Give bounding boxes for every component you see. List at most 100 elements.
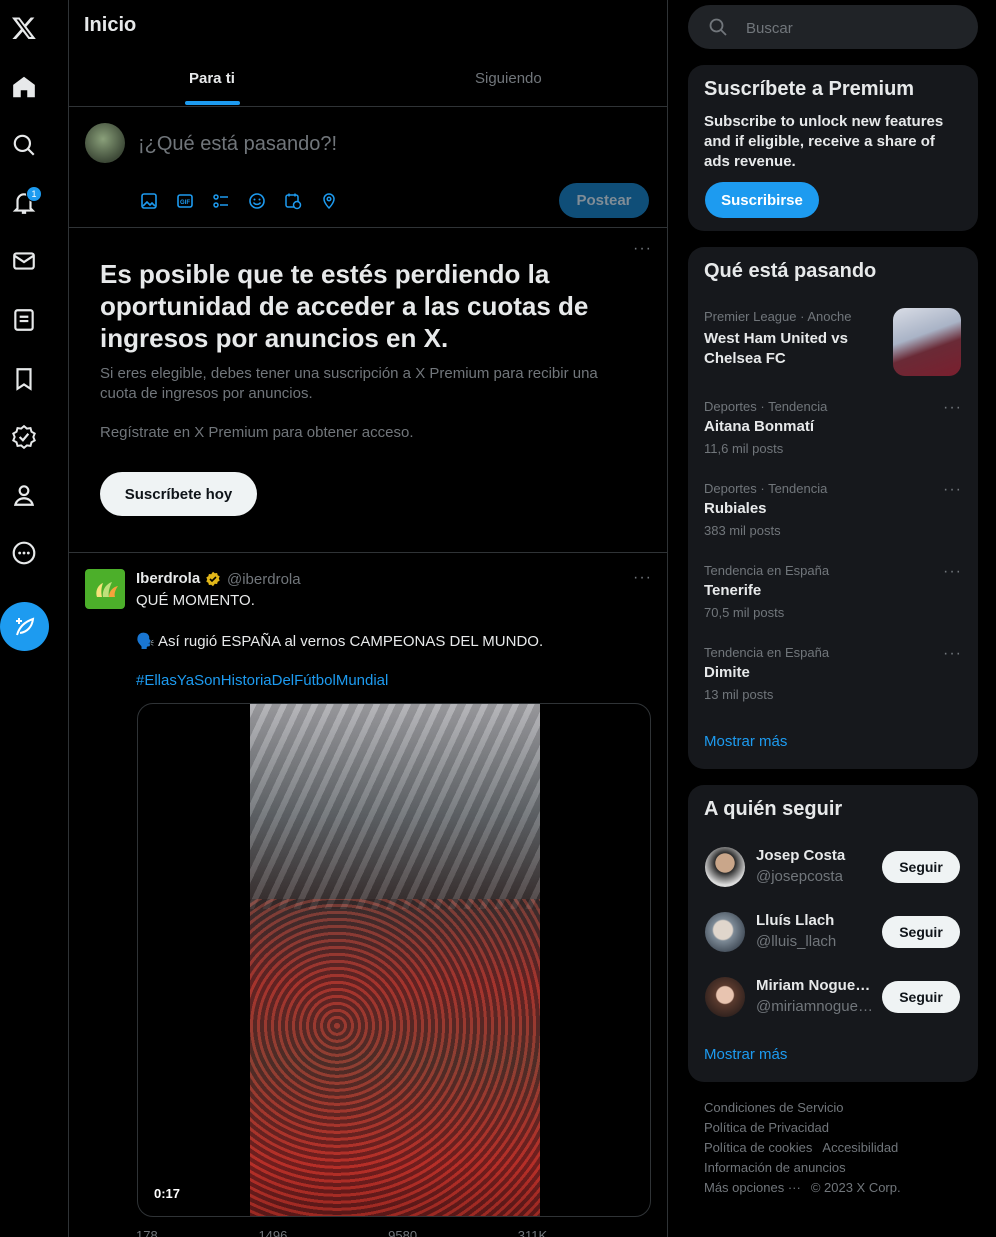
trend-meta: Premier League · Anoche [704, 309, 852, 324]
home-icon[interactable] [4, 67, 44, 107]
promo-heading: Es posible que te estés perdiendo la opo… [100, 259, 589, 353]
tweet-video[interactable]: 0:17 [137, 703, 651, 1217]
copyright: © 2023 X Corp. [810, 1180, 901, 1195]
trend-name[interactable]: Dimite [704, 663, 750, 683]
user-avatar[interactable] [85, 123, 125, 163]
follow-button[interactable]: Seguir [882, 981, 960, 1013]
active-tab-indicator [185, 101, 240, 105]
follow-handle[interactable]: @miriamnogueras [756, 998, 874, 1015]
search-input[interactable] [744, 5, 968, 51]
bookmarks-icon[interactable] [4, 359, 44, 399]
follow-name[interactable]: Miriam Nogueras [756, 977, 874, 994]
video-crowd [250, 898, 540, 1216]
left-nav: 1 [0, 0, 69, 1237]
follow-handle[interactable]: @josepcosta [756, 868, 874, 885]
premium-title: Suscríbete a Premium [704, 78, 915, 100]
divider [69, 552, 667, 553]
gif-icon[interactable]: GIF [176, 192, 194, 210]
trend-more-icon[interactable]: ··· [943, 399, 962, 417]
tab-following[interactable]: Siguiendo [475, 70, 542, 87]
trend-meta: Deportes · Tendencia [704, 481, 828, 496]
search-icon[interactable] [4, 125, 44, 165]
footer-link[interactable]: Política de Privacidad [704, 1120, 829, 1135]
verified-badge-icon [206, 571, 220, 587]
trend-more-icon[interactable]: ··· [943, 563, 962, 581]
follow-handle[interactable]: @lluis_llach [756, 933, 874, 950]
tweet-actions: 178 1496 9580 311K [136, 1228, 648, 1237]
compose-post-button[interactable] [0, 602, 49, 651]
tweet-hashtag-link[interactable]: #EllasYaSonHistoriaDelFútbolMundial [136, 672, 388, 689]
follow-name[interactable]: Lluís Llach [756, 912, 874, 929]
footer-link[interactable]: Política de cookies [704, 1140, 812, 1155]
trends-title: Qué está pasando [704, 260, 877, 282]
tweet-more-icon[interactable]: ··· [633, 569, 652, 587]
follow-avatar[interactable] [705, 912, 745, 952]
trend-count: 11,6 mil posts [704, 441, 784, 456]
trend-meta: Tendencia en España [704, 645, 830, 660]
notifications-badge: 1 [26, 186, 42, 202]
poll-icon[interactable] [212, 192, 230, 210]
like-count[interactable]: 9580 [388, 1228, 417, 1237]
view-count[interactable]: 311K [518, 1228, 547, 1237]
subscribe-today-button[interactable]: Suscríbete hoy [100, 472, 257, 516]
video-duration: 0:17 [154, 1186, 181, 1201]
trend-meta: Deportes · Tendencia [704, 399, 828, 414]
trend-name[interactable]: Tenerife [704, 581, 761, 601]
trends-card: Qué está pasando Premier League · Anoche… [688, 247, 978, 769]
lists-icon[interactable] [4, 300, 44, 340]
feather-plus-icon [15, 617, 34, 635]
subscribe-button[interactable]: Suscribirse [705, 182, 819, 218]
profile-icon[interactable] [4, 475, 44, 515]
reply-count[interactable]: 178 [136, 1228, 158, 1237]
media-image-icon[interactable] [140, 192, 158, 210]
trend-count: 383 mil posts [704, 523, 781, 538]
follow-avatar[interactable] [705, 847, 745, 887]
footer-link[interactable]: Accesibilidad [822, 1140, 898, 1155]
more-options-icon[interactable] [4, 533, 44, 573]
svg-text:GIF: GIF [180, 200, 190, 206]
trend-count: 13 mil posts [704, 687, 774, 702]
trend-meta: Tendencia en España [704, 563, 830, 578]
follow-name[interactable]: Josep Costa [756, 847, 874, 864]
premium-body: Subscribe to unlock new features and if … [704, 113, 944, 170]
iberdrola-logo-icon [96, 582, 118, 597]
promo-body: Si eres elegible, debes tener una suscri… [100, 365, 598, 402]
footer-more-options[interactable]: Más opciones ··· [704, 1180, 801, 1195]
footer-link[interactable]: Información de anuncios [704, 1160, 846, 1175]
post-button[interactable]: Postear [559, 183, 649, 218]
x-logo-icon[interactable] [4, 8, 44, 48]
trend-more-icon[interactable]: ··· [943, 481, 962, 499]
follow-title: A quién seguir [704, 798, 843, 820]
trend-name[interactable]: Aitana Bonmatí [704, 417, 814, 437]
follow-button[interactable]: Seguir [882, 916, 960, 948]
search-bar[interactable] [688, 5, 978, 51]
location-icon[interactable] [320, 192, 338, 210]
messages-envelope-icon[interactable] [4, 241, 44, 281]
follow-show-more-link[interactable]: Mostrar más [704, 1046, 787, 1063]
trend-name[interactable]: West Ham United vs Chelsea FC [704, 329, 884, 369]
emoji-icon[interactable] [248, 192, 266, 210]
promo-more-icon[interactable]: ··· [633, 240, 652, 258]
trend-thumbnail[interactable] [893, 308, 961, 376]
follow-button[interactable]: Seguir [882, 851, 960, 883]
tab-for-you[interactable]: Para ti [189, 70, 235, 87]
tweet-author-avatar[interactable] [85, 569, 125, 609]
footer-links: Condiciones de Servicio Política de Priv… [704, 1098, 974, 1198]
tweet-author-name[interactable]: Iberdrola [136, 570, 200, 587]
trends-show-more-link[interactable]: Mostrar más [704, 733, 787, 750]
trend-more-icon[interactable]: ··· [943, 645, 962, 663]
promo-cta-text: Regístrate en X Premium para obtener acc… [100, 424, 414, 441]
footer-link[interactable]: Condiciones de Servicio [704, 1100, 843, 1115]
main-timeline: Inicio Para ti Siguiendo ¡¿Qué está pasa… [69, 0, 668, 1237]
tweet-author-handle[interactable]: @iberdrola [227, 571, 301, 588]
repost-count[interactable]: 1496 [258, 1228, 287, 1237]
verified-premium-icon[interactable] [4, 417, 44, 457]
follow-avatar[interactable] [705, 977, 745, 1017]
search-icon [709, 18, 727, 36]
compose-input[interactable]: ¡¿Qué está pasando?! [138, 133, 337, 156]
tweet-text-line: 🗣️ Así rugió ESPAÑA al vernos CAMPEONAS … [136, 633, 544, 650]
schedule-icon[interactable] [284, 192, 302, 210]
video-frame[interactable] [250, 704, 540, 1216]
page-title: Inicio [84, 14, 137, 36]
trend-name[interactable]: Rubiales [704, 499, 767, 519]
